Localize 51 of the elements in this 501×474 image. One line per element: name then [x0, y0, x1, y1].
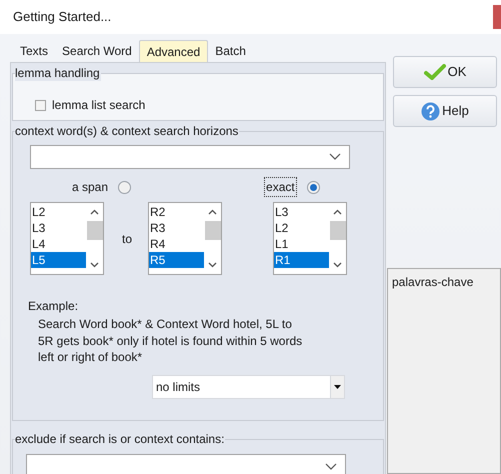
list-box[interactable]: R2 R3 R4 R5: [148, 202, 222, 275]
chevron-down-icon: [329, 153, 341, 161]
scroll-thumb[interactable]: [204, 221, 220, 240]
radio-button[interactable]: [118, 180, 132, 194]
radio-label: a span: [72, 179, 108, 196]
list-item[interactable]: L1: [274, 236, 329, 252]
scroll-thumb[interactable]: [330, 221, 346, 240]
scroll-down-icon: [90, 262, 99, 268]
scroll-up-icon: [90, 209, 99, 215]
list-item[interactable]: L2: [274, 220, 329, 236]
group-title: lemma handling: [15, 65, 101, 81]
scroll-up-icon: [208, 209, 217, 215]
list-item[interactable]: L3: [274, 204, 329, 220]
list-item[interactable]: R1: [274, 252, 329, 268]
help-icon: [421, 102, 440, 120]
scroll-down-icon: [333, 262, 342, 268]
list-item[interactable]: L3: [31, 220, 86, 236]
checkbox[interactable]: [35, 100, 46, 110]
help-button[interactable]: Help: [393, 95, 497, 127]
radio-label: exact: [264, 177, 297, 197]
list-item[interactable]: R2: [149, 204, 204, 220]
scroll-up-icon: [333, 209, 342, 215]
list-item[interactable]: R5: [149, 252, 204, 268]
dropdown[interactable]: no limits: [152, 374, 345, 398]
tab[interactable]: Batch: [208, 40, 253, 62]
tab[interactable]: Search Word: [55, 40, 139, 62]
example-text: Search Word book* & Context Word hotel, 5L to 5R gets book* only if hotel is found within 5 words left or right of book*: [38, 316, 304, 366]
list-item[interactable]: R4: [149, 236, 204, 252]
list-item[interactable]: palavras-chave: [392, 273, 500, 291]
scroll-thumb[interactable]: [86, 221, 102, 240]
example-title: Example:: [28, 298, 80, 315]
combo-box[interactable]: [30, 145, 350, 169]
to-label: to: [122, 230, 134, 248]
tab[interactable]: Texts: [13, 40, 56, 62]
list-item[interactable]: L2: [31, 204, 86, 220]
list-box[interactable]: L2 L3 L4 L5: [30, 202, 104, 275]
ok-button[interactable]: OK: [393, 56, 497, 88]
scroll-down-icon: [208, 262, 217, 268]
window-title: Getting Started...: [13, 8, 112, 26]
combo-box[interactable]: [26, 454, 346, 474]
list-item[interactable]: R3: [149, 220, 204, 236]
group-title: context word(s) & context search horizons: [15, 123, 240, 139]
chevron-down-icon: [325, 462, 337, 470]
list-box[interactable]: L3 L2 L1 R1: [273, 202, 347, 275]
list-item[interactable]: L4: [31, 236, 86, 252]
list-item[interactable]: L5: [31, 252, 86, 268]
checkbox-label: lemma list search: [52, 97, 146, 114]
checkmark-icon: [424, 64, 446, 80]
tab[interactable]: Advanced: [138, 40, 208, 62]
radio-button[interactable]: [306, 180, 320, 194]
close-button[interactable]: [493, 5, 501, 29]
